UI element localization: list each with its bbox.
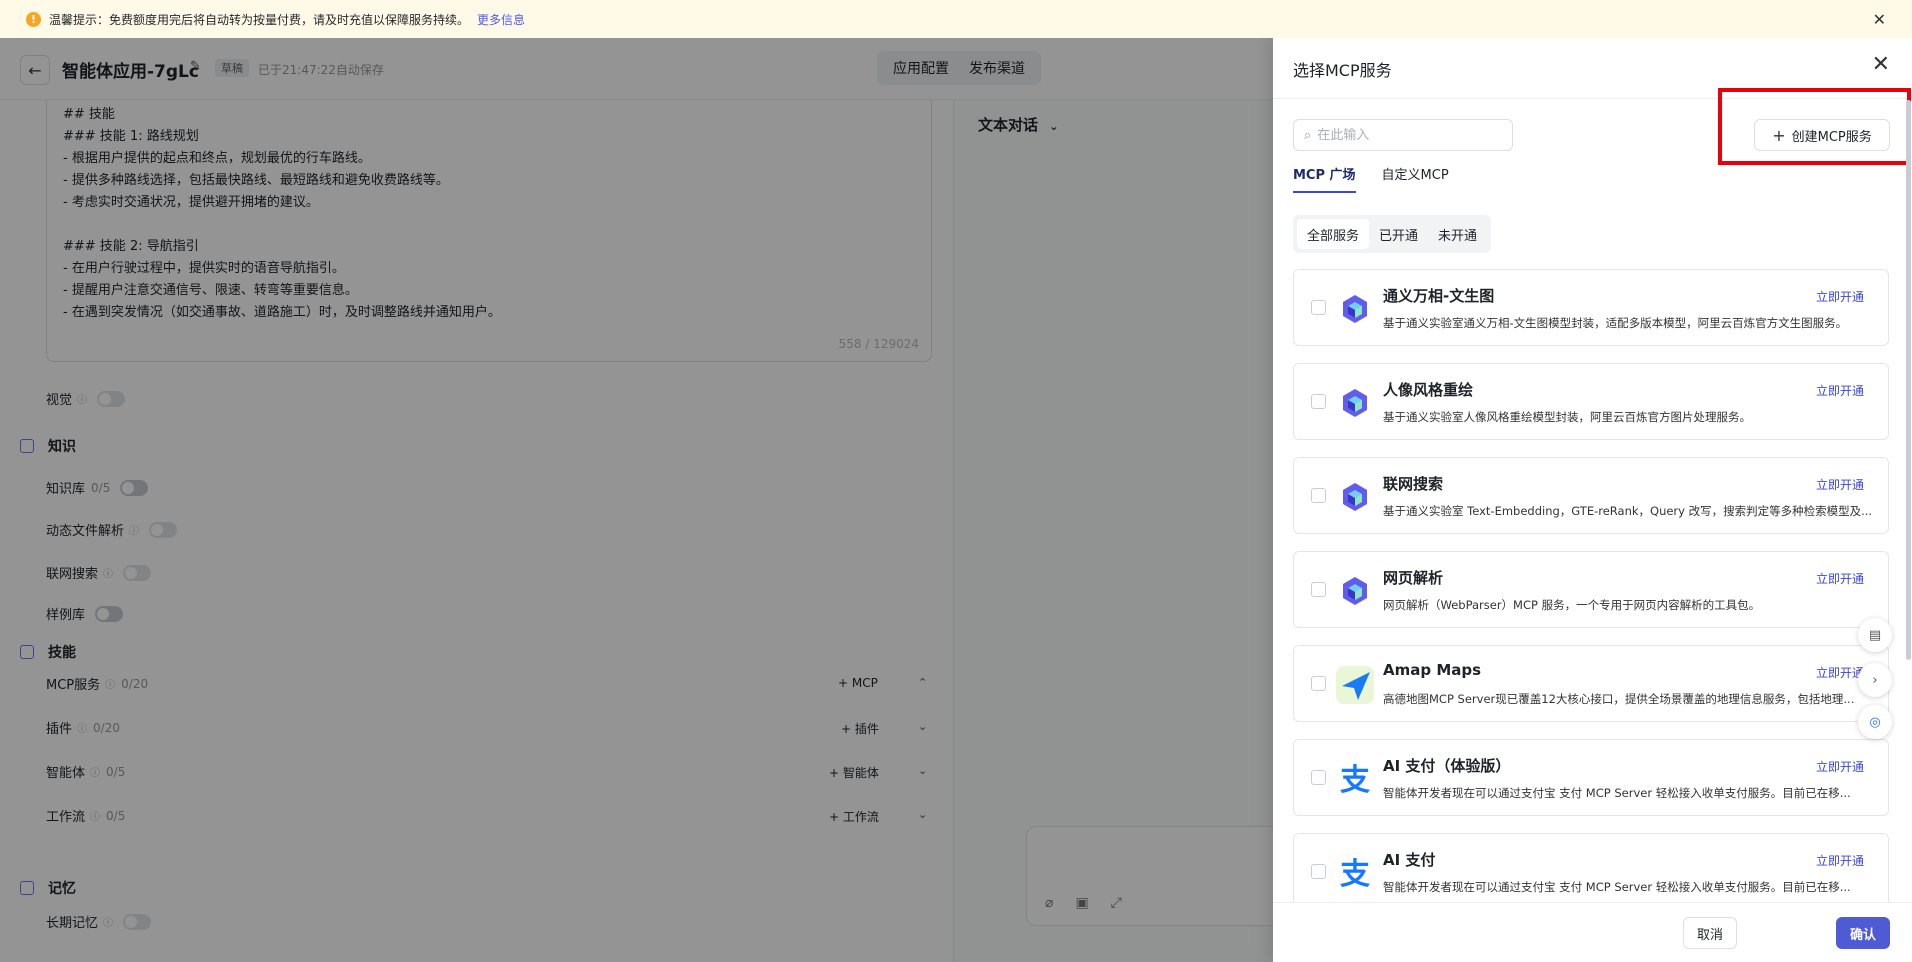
tab-mcp-square[interactable]: MCP 广场 [1293,164,1356,193]
service-description: 智能体开发者现在可以通过支付宝 支付 MCP Server 轻松接入收单支付服务… [1383,786,1851,800]
service-logo-icon: 支 [1336,854,1374,892]
service-name: AI 支付 [1383,851,1436,869]
enable-now-link[interactable]: 立即开通 [1816,288,1864,305]
service-name: 联网搜索 [1383,475,1444,493]
enable-now-link[interactable]: 立即开通 [1816,758,1864,775]
service-card[interactable]: 支 AI 支付智能体开发者现在可以通过支付宝 支付 MCP Server 轻松接入… [1293,833,1889,904]
confirm-button[interactable]: 确认 [1836,917,1890,949]
service-card[interactable]: 网页解析网页解析（WebParser）MCP 服务，一个专用于网页内容解析的工具… [1293,551,1889,628]
service-logo-icon [1336,290,1374,328]
service-checkbox[interactable] [1311,676,1326,691]
filter-segment: 全部服务 已开通 未开通 [1293,215,1492,253]
tab-custom-mcp[interactable]: 自定义MCP [1382,164,1449,193]
filter-not-enabled[interactable]: 未开通 [1428,219,1487,249]
service-card[interactable]: 联网搜索基于通义实验室 Text-Embedding，GTE-reRank，Qu… [1293,457,1889,534]
filter-all[interactable]: 全部服务 [1297,219,1370,249]
mcp-select-drawer: 选择MCP服务 ✕ ⌕ + 创建MCP服务 MCP 广场 自定义MCP 全部服务… [1273,38,1912,962]
service-list: 通义万相-文生图基于通义实验室通义万相-文生图模型封装，适配多版本模型，阿里云百… [1293,269,1889,904]
document-icon[interactable]: ▤ [1858,618,1892,652]
service-logo-icon [1336,384,1374,422]
enable-now-link[interactable]: 立即开通 [1816,570,1864,587]
service-description: 基于通义实验室通义万相-文生图模型封装，适配多版本模型，阿里云百炼官方文生图服务… [1383,316,1848,330]
close-icon[interactable]: ✕ [1872,53,1890,77]
svg-text:支: 支 [1340,763,1370,798]
drawer-title: 选择MCP服务 [1293,61,1392,80]
enable-now-link[interactable]: 立即开通 [1816,664,1864,681]
service-description: 网页解析（WebParser）MCP 服务，一个专用于网页内容解析的工具包。 [1383,598,1761,612]
service-card[interactable]: 支 AI 支付（体验版） 智能体开发者现在可以通过支付宝 支付 MCP Server… [1293,739,1889,816]
drawer-scrollbar[interactable] [1906,100,1911,660]
notice-bar: ! 温馨提示：免费额度用完后将自动转为按量付费，请及时充值以保障服务持续。 更多… [0,0,1912,38]
create-mcp-button[interactable]: + 创建MCP服务 [1754,119,1890,151]
service-checkbox[interactable] [1311,864,1326,879]
more-info-link[interactable]: 更多信息 [477,11,525,28]
filter-enabled[interactable]: 已开通 [1369,219,1428,249]
service-name: Amap Maps [1383,661,1482,679]
service-checkbox[interactable] [1311,770,1326,785]
drawer-footer: 取消 确认 [1273,902,1912,962]
svg-text:支: 支 [1340,857,1370,892]
service-checkbox[interactable] [1311,488,1326,503]
notice-text: 温馨提示：免费额度用完后将自动转为按量付费，请及时充值以保障服务持续。 [49,12,470,27]
service-description: 智能体开发者现在可以通过支付宝 支付 MCP Server 轻松接入收单支付服务… [1383,880,1851,894]
service-name: 通义万相-文生图 [1383,287,1495,305]
assistant-icon[interactable]: ◎ [1858,705,1892,739]
service-description: 高德地图MCP Server现已覆盖12大核心接口，提供全场景覆盖的地理信息服务… [1383,692,1855,706]
service-description: 基于通义实验室 Text-Embedding，GTE-reRank，Query … [1383,504,1873,518]
notice-close-icon[interactable]: ✕ [1873,10,1886,29]
service-card[interactable]: 通义万相-文生图基于通义实验室通义万相-文生图模型封装，适配多版本模型，阿里云百… [1293,269,1889,346]
service-logo-icon: 支 [1336,760,1374,798]
service-card[interactable]: Amap Maps 高德地图MCP Server现已覆盖12大核心接口，提供全场景… [1293,645,1889,722]
service-card[interactable]: 人像风格重绘基于通义实验室人像风格重绘模型封装，阿里云百炼官方图片处理服务。 立即… [1293,363,1889,440]
create-mcp-label: 创建MCP服务 [1791,129,1872,145]
service-name: 人像风格重绘 [1383,381,1474,399]
service-logo-icon [1336,478,1374,516]
search-icon: ⌕ [1304,127,1312,143]
service-checkbox[interactable] [1311,394,1326,409]
cancel-button[interactable]: 取消 [1683,917,1737,949]
chevron-right-icon[interactable]: › [1858,663,1892,697]
service-description: 基于通义实验室人像风格重绘模型封装，阿里云百炼官方图片处理服务。 [1383,410,1751,424]
search-input[interactable] [1317,127,1488,143]
enable-now-link[interactable]: 立即开通 [1816,476,1864,493]
service-logo-icon [1336,666,1374,704]
warning-icon: ! [26,11,41,27]
search-box: ⌕ [1293,119,1513,151]
service-name: 网页解析 [1383,569,1444,587]
enable-now-link[interactable]: 立即开通 [1816,382,1864,399]
plus-icon: + [1772,125,1786,145]
service-checkbox[interactable] [1311,582,1326,597]
enable-now-link[interactable]: 立即开通 [1816,852,1864,869]
drawer-tabs: MCP 广场 自定义MCP [1293,164,1449,193]
service-name: AI 支付（体验版） [1383,757,1511,775]
service-checkbox[interactable] [1311,300,1326,315]
service-logo-icon [1336,572,1374,610]
